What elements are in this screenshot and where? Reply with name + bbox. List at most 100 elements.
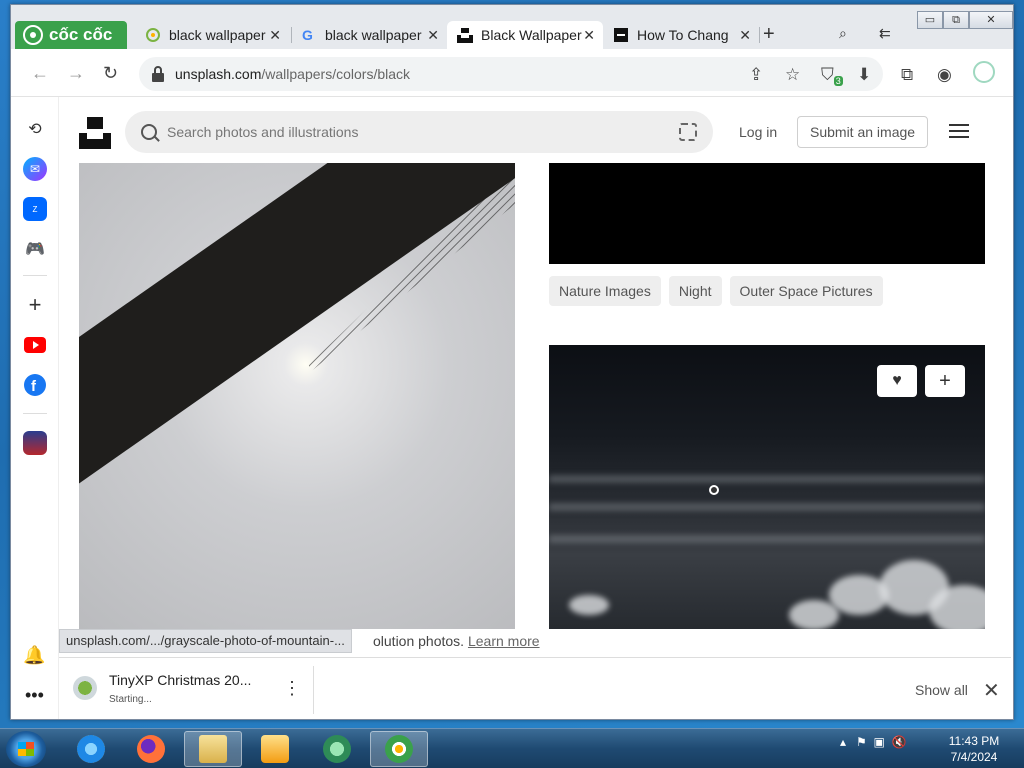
black-photo[interactable]	[549, 163, 985, 264]
notification-bell-icon[interactable]: 🔔	[23, 645, 45, 666]
visual-search-icon[interactable]	[679, 123, 697, 141]
more-options-icon[interactable]: ⋮	[283, 678, 301, 699]
system-tray: ▴ ⚑ ▣ 🔇	[840, 735, 906, 749]
close-icon[interactable]: ✕	[583, 27, 595, 44]
add-sidebar-app-icon[interactable]: +	[23, 292, 47, 317]
tag-night[interactable]: Night	[668, 276, 722, 306]
more-dots-icon[interactable]: •••	[25, 685, 44, 706]
zalo-icon[interactable]: Z	[23, 197, 47, 221]
status-text: olution photos. Learn more	[373, 633, 540, 649]
search-placeholder: Search photos and illustrations	[167, 124, 359, 140]
download-file-name: TinyXP Christmas 20...	[109, 672, 252, 688]
sidebar-divider	[23, 413, 47, 414]
tab-black-wallpaper-1[interactable]: black wallpaper ✕	[135, 21, 289, 49]
sidebar-divider	[23, 275, 47, 276]
clock[interactable]: 11:43 PM 7/4/2024	[938, 733, 1010, 765]
internet-explorer-taskbar-icon[interactable]	[62, 731, 120, 767]
hamburger-menu-icon[interactable]	[949, 124, 969, 138]
site-favicon-icon	[614, 28, 628, 42]
unsplash-page: Search photos and illustrations Log in S…	[59, 97, 1011, 657]
adblock-count-badge: 3	[833, 76, 843, 87]
file-explorer-taskbar-icon[interactable]	[184, 731, 242, 767]
login-link[interactable]: Log in	[739, 124, 777, 140]
close-icon[interactable]: ✕	[739, 27, 751, 44]
media-player-taskbar-icon[interactable]	[246, 731, 304, 767]
restore-button[interactable]: ⧉	[943, 11, 969, 29]
extensions-puzzle-icon[interactable]: ⧉	[901, 65, 913, 85]
messenger-icon[interactable]: ✉	[23, 157, 47, 181]
history-icon[interactable]: ⟲	[23, 117, 47, 141]
search-tabs-icon[interactable]: ⌕	[839, 25, 847, 42]
action-center-flag-icon[interactable]: ⚑	[856, 735, 867, 749]
address-toolbar: ← → ↻ unsplash.com/wallpapers/colors/bla…	[11, 49, 1013, 97]
hover-url-status: unsplash.com/.../grayscale-photo-of-moun…	[59, 629, 352, 653]
tag-nature-images[interactable]: Nature Images	[549, 276, 661, 306]
new-tab-plus-icon[interactable]: +	[763, 23, 775, 46]
browser-window: cốc cốc black wallpaper ✕ G black wallpa…	[10, 4, 1014, 720]
bridge-photo[interactable]	[79, 163, 515, 643]
forward-arrow-icon[interactable]: →	[67, 63, 85, 84]
reload-icon[interactable]: ↻	[103, 63, 118, 84]
clock-date: 7/4/2024	[950, 750, 998, 764]
game-controller-icon[interactable]: 🎮	[23, 237, 47, 261]
download-item[interactable]: TinyXP Christmas 20... Starting... ⋮	[73, 668, 303, 712]
coccoc-brand-button[interactable]: cốc cốc	[15, 21, 127, 49]
profile-avatar-icon[interactable]: ◉	[937, 65, 952, 85]
mountain-clouds-photo[interactable]: ♥ +	[549, 345, 985, 645]
like-heart-button[interactable]: ♥	[877, 365, 917, 397]
firefox-taskbar-icon[interactable]	[122, 731, 180, 767]
bookmark-star-icon[interactable]: ☆	[785, 65, 800, 85]
download-divider	[313, 666, 314, 714]
adblock-shield-icon[interactable]: ⛉ 3	[821, 65, 843, 87]
brand-label: cốc cốc	[49, 25, 113, 44]
search-input[interactable]: Search photos and illustrations	[125, 111, 713, 153]
unsplash-logo-icon[interactable]	[79, 117, 111, 149]
close-window-button[interactable]: ✕	[969, 11, 1013, 29]
coccoc-taskbar-icon[interactable]	[370, 731, 428, 767]
network-icon[interactable]: ▣	[873, 735, 884, 749]
share-icon[interactable]: ⇪	[749, 65, 763, 85]
download-bar: TinyXP Christmas 20... Starting... ⋮ Sho…	[59, 657, 1011, 719]
cloud-band	[549, 475, 985, 483]
back-arrow-icon[interactable]: ←	[31, 63, 49, 84]
minimize-button[interactable]: ▭	[917, 11, 943, 29]
volume-muted-icon[interactable]: 🔇	[892, 735, 907, 749]
add-to-collection-button[interactable]: +	[925, 365, 965, 397]
submit-image-button[interactable]: Submit an image	[797, 116, 929, 148]
download-video-icon[interactable]: ⬇	[857, 65, 871, 85]
game-app-icon[interactable]	[23, 431, 47, 455]
tag-outer-space-pictures[interactable]: Outer Space Pictures	[729, 276, 883, 306]
show-all-downloads-button[interactable]: Show all	[915, 682, 968, 698]
close-icon[interactable]: ✕	[427, 27, 439, 44]
svg-text:G: G	[302, 27, 313, 43]
cloud	[929, 585, 985, 635]
bridge-beam	[79, 163, 515, 492]
network-app-taskbar-icon[interactable]	[308, 731, 366, 767]
cursor-icon	[709, 485, 719, 495]
tab-black-wallpaper-2[interactable]: G black wallpaper ✕	[291, 21, 447, 49]
facebook-icon[interactable]: f	[23, 373, 47, 397]
learn-more-link[interactable]: Learn more	[468, 633, 540, 649]
sidebar: ⟲ ✉ Z 🎮 + f	[11, 97, 59, 719]
close-icon[interactable]: ✕	[269, 27, 281, 44]
search-icon	[141, 124, 157, 140]
download-status: Starting...	[109, 694, 152, 705]
cloud	[569, 595, 609, 615]
coccoc-status-icon[interactable]	[973, 61, 995, 83]
close-download-bar-icon[interactable]: ✕	[983, 678, 1000, 703]
cloud	[789, 600, 839, 630]
tab-back-arrow-icon[interactable]: ⇇	[879, 25, 891, 42]
tab-black-wallpaper-active[interactable]: Black Wallpaper ✕	[447, 21, 603, 49]
tab-how-to-change[interactable]: How To Chang ✕	[603, 21, 759, 49]
coccoc-logo-icon	[23, 25, 43, 45]
address-bar[interactable]: unsplash.com/wallpapers/colors/black ⇪ ☆…	[139, 57, 883, 91]
coccoc-favicon-icon	[146, 28, 160, 42]
show-hidden-icons-icon[interactable]: ▴	[840, 735, 846, 749]
youtube-icon[interactable]	[23, 333, 47, 357]
tab-strip: cốc cốc black wallpaper ✕ G black wallpa…	[11, 5, 1013, 49]
url-host: unsplash.com	[175, 66, 262, 82]
cloud-band	[549, 535, 985, 543]
url-path: /wallpapers/colors/black	[261, 66, 411, 82]
tab-divider	[759, 27, 760, 43]
start-button[interactable]	[6, 731, 46, 767]
